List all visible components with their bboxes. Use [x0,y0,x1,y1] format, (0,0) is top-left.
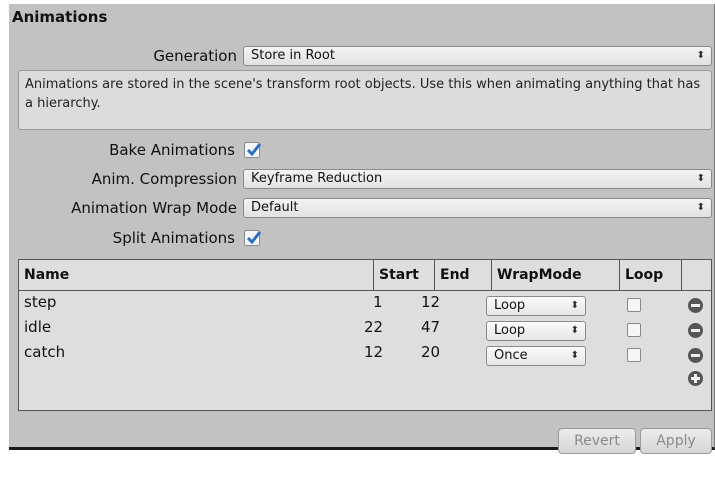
header-actions [681,260,711,290]
apply-button[interactable]: Apply [640,428,712,454]
split-animations-label: Split Animations [112,229,235,247]
split-animations-checkbox[interactable] [244,230,262,246]
updown-arrows-icon: ⬍ [696,173,705,184]
row-wrapmode-value: Loop [494,298,526,313]
updown-arrows-icon: ⬍ [570,325,579,336]
row-loop-checkbox[interactable] [627,348,641,362]
anim-compression-dropdown[interactable]: Keyframe Reduction ⬍ [243,169,712,189]
row-name: catch [24,343,66,361]
updown-arrows-icon: ⬍ [570,300,579,311]
table-header: Name Start End WrapMode Loop [19,260,711,291]
wrap-mode-value: Default [251,200,299,215]
row-loop-checkbox[interactable] [627,323,641,337]
row-wrapmode-value: Once [494,348,528,363]
remove-circle-icon[interactable] [688,323,703,338]
bake-animations-checkbox[interactable] [244,142,262,158]
row-wrapmode-dropdown[interactable]: Loop ⬍ [486,321,586,341]
row-start[interactable]: 1 [373,293,383,311]
checkmark-icon [246,143,262,157]
updown-arrows-icon: ⬍ [570,350,579,361]
animations-panel: Animations Generation Store in Root ⬍ An… [9,4,715,454]
generation-dropdown[interactable]: Store in Root ⬍ [243,46,712,66]
remove-circle-icon[interactable] [688,298,703,313]
anim-compression-label: Anim. Compression [91,170,237,188]
updown-arrows-icon: ⬍ [696,50,705,61]
row-name: step [24,293,57,311]
remove-circle-icon[interactable] [688,348,703,363]
revert-button[interactable]: Revert [558,428,636,454]
add-circle-icon[interactable] [688,371,703,386]
info-box: Animations are stored in the scene's tra… [18,70,712,130]
row-end[interactable]: 47 [421,318,440,336]
row-name: idle [24,318,52,336]
row-wrapmode-dropdown[interactable]: Once ⬍ [486,346,586,366]
generation-label: Generation [153,47,237,65]
updown-arrows-icon: ⬍ [696,202,705,213]
header-end: End [434,260,491,290]
row-start[interactable]: 12 [364,343,383,361]
clips-table: Name Start End WrapMode Loop step 1 12 L… [18,259,712,411]
row-end[interactable]: 12 [421,293,440,311]
row-loop-checkbox[interactable] [627,298,641,312]
row-wrapmode-dropdown[interactable]: Loop ⬍ [486,296,586,316]
wrap-mode-label: Animation Wrap Mode [71,199,237,217]
header-loop: Loop [619,260,681,290]
row-start[interactable]: 22 [364,318,383,336]
header-start: Start [373,260,434,290]
bake-animations-label: Bake Animations [109,141,235,159]
row-end[interactable]: 20 [421,343,440,361]
wrap-mode-dropdown[interactable]: Default ⬍ [243,198,712,218]
header-wrapmode: WrapMode [491,260,619,290]
section-title: Animations [12,8,108,26]
checkmark-icon [246,231,262,245]
anim-compression-value: Keyframe Reduction [251,171,383,186]
row-wrapmode-value: Loop [494,323,526,338]
header-name: Name [24,267,70,283]
generation-value: Store in Root [251,48,335,63]
